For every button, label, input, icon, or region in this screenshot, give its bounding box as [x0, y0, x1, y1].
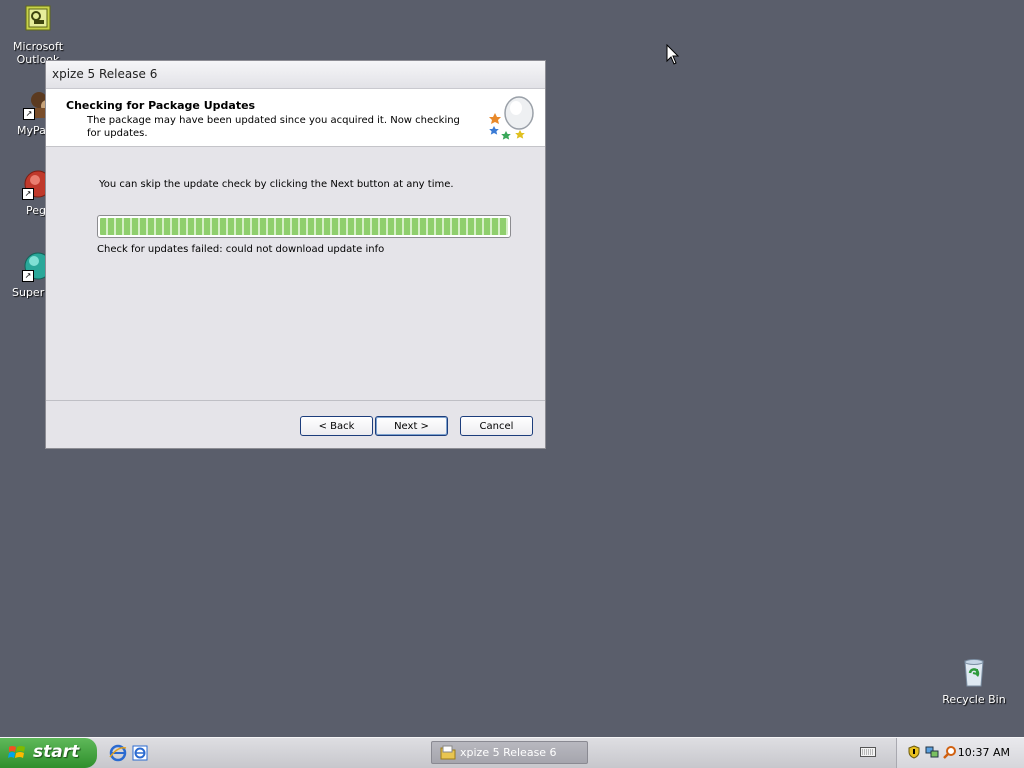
desktop-icon-peg[interactable]: ↗ Peg — [0, 168, 46, 217]
internet-explorer-icon[interactable] — [109, 744, 127, 762]
taskbar: start xpize 5 Release 6 10:37 AM — [0, 737, 1024, 768]
taskbar-item-xpize[interactable]: xpize 5 Release 6 — [431, 741, 588, 764]
desktop-icon-label: MyPa — [17, 124, 46, 137]
desktop-icon-superr[interactable]: ↗ Superr — [0, 250, 46, 299]
windows-logo-icon — [8, 746, 25, 758]
desktop-icon-label: Peg — [26, 204, 46, 217]
desktop-icon-label: Superr — [12, 286, 46, 299]
progress-fill — [100, 218, 508, 235]
window-title: xpize 5 Release 6 — [52, 67, 158, 81]
back-button[interactable]: < Back — [300, 416, 373, 436]
start-button[interactable]: start — [0, 738, 97, 768]
start-label: start — [33, 742, 80, 762]
ie-edit-icon[interactable] — [131, 744, 149, 762]
desktop-icon-label: Recycle Bin — [942, 693, 1006, 706]
superr-icon: ↗ — [22, 250, 46, 282]
wizard-header: Checking for Package Updates The package… — [46, 89, 545, 147]
system-tray: 10:37 AM — [896, 738, 1024, 768]
keyboard-icon[interactable] — [860, 746, 876, 758]
window-titlebar[interactable]: xpize 5 Release 6 — [46, 61, 545, 89]
security-shield-icon[interactable] — [907, 745, 921, 759]
desktop-icon-recycle-bin[interactable]: Recycle Bin — [936, 657, 1012, 706]
folder-icon — [440, 745, 456, 760]
peg-icon: ↗ — [22, 168, 46, 200]
wizard-header-title: Checking for Package Updates — [66, 99, 256, 112]
wizard-body: You can skip the update check by clickin… — [46, 147, 545, 402]
clock: 10:37 AM — [957, 746, 1010, 759]
wizard-window: xpize 5 Release 6 Checking for Package U… — [45, 60, 546, 449]
package-stars-icon — [487, 93, 537, 143]
mypa-icon: ↗ — [23, 88, 47, 120]
desktop-icon-mypa[interactable]: ↗ MyPa — [0, 88, 47, 137]
update-progress-bar — [97, 215, 511, 238]
desktop-icon-outlook[interactable]: Microsoft Outlook — [0, 4, 76, 66]
update-status-text: Check for updates failed: could not down… — [97, 244, 385, 255]
skip-hint-text: You can skip the update check by clickin… — [99, 179, 454, 190]
search-icon[interactable] — [943, 745, 957, 759]
outlook-icon — [22, 4, 54, 36]
taskbar-item-label: xpize 5 Release 6 — [460, 746, 557, 759]
wizard-footer: < Back Next > Cancel — [46, 400, 545, 448]
next-button[interactable]: Next > — [375, 416, 448, 436]
wizard-header-subtitle: The package may have been updated since … — [87, 115, 460, 139]
recycle-bin-icon — [958, 657, 990, 689]
network-icon[interactable] — [925, 745, 939, 759]
cancel-button[interactable]: Cancel — [460, 416, 533, 436]
mouse-cursor-icon — [666, 44, 680, 65]
